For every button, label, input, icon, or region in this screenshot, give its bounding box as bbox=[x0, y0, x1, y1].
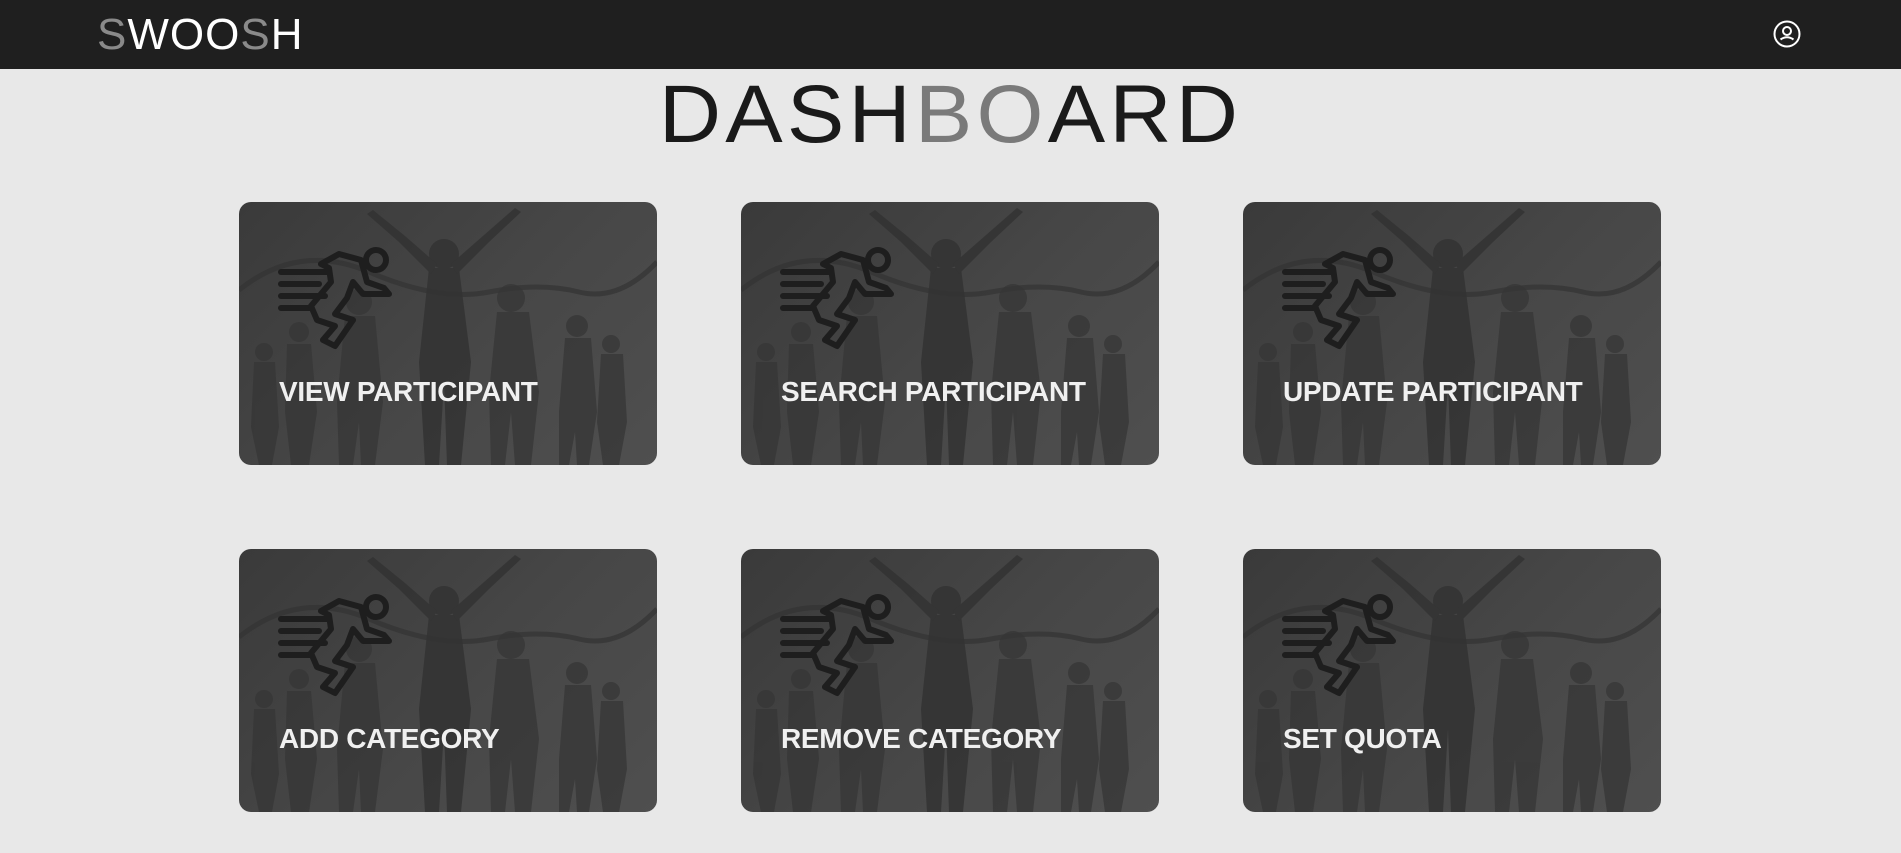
runner-icon bbox=[741, 549, 1159, 812]
card-label: SEARCH PARTICIPANT bbox=[781, 376, 1086, 407]
add-category-card[interactable]: ADD CATEGORY bbox=[239, 549, 657, 812]
title-part-dash: DASH bbox=[658, 69, 915, 160]
logo-letter-5: S bbox=[240, 10, 271, 59]
logo-letter-1: S bbox=[97, 10, 128, 59]
user-circle-icon bbox=[1773, 20, 1801, 48]
runner-icon bbox=[741, 202, 1159, 465]
runner-icon bbox=[239, 202, 657, 465]
logo-letter-4: O bbox=[205, 10, 241, 59]
card-label: ADD CATEGORY bbox=[279, 723, 500, 754]
logo-letter-3: O bbox=[169, 10, 206, 59]
search-participant-card[interactable]: SEARCH PARTICIPANT bbox=[741, 202, 1159, 465]
profile-button[interactable] bbox=[1772, 19, 1802, 49]
set-quota-card[interactable]: SET QUOTA bbox=[1243, 549, 1661, 812]
logo-letter-6: H bbox=[270, 10, 304, 59]
page-title: DASHBOARD bbox=[0, 68, 1901, 162]
logo-letter-2: W bbox=[127, 10, 170, 59]
card-label: UPDATE PARTICIPANT bbox=[1283, 376, 1583, 407]
runner-icon bbox=[239, 549, 657, 812]
card-label: SET QUOTA bbox=[1283, 723, 1442, 754]
runner-icon bbox=[1243, 202, 1661, 465]
remove-category-card[interactable]: REMOVE CATEGORY bbox=[741, 549, 1159, 812]
swoosh-logo[interactable]: SWOOSH bbox=[97, 10, 304, 60]
title-part-bo: BO bbox=[914, 69, 1048, 160]
title-part-ard: ARD bbox=[1047, 69, 1243, 160]
runner-icon bbox=[1243, 549, 1661, 812]
card-label: REMOVE CATEGORY bbox=[781, 723, 1062, 754]
update-participant-card[interactable]: UPDATE PARTICIPANT bbox=[1243, 202, 1661, 465]
view-participant-card[interactable]: VIEW PARTICIPANT bbox=[239, 202, 657, 465]
top-navbar: SWOOSH bbox=[0, 0, 1901, 69]
card-label: VIEW PARTICIPANT bbox=[279, 376, 538, 407]
